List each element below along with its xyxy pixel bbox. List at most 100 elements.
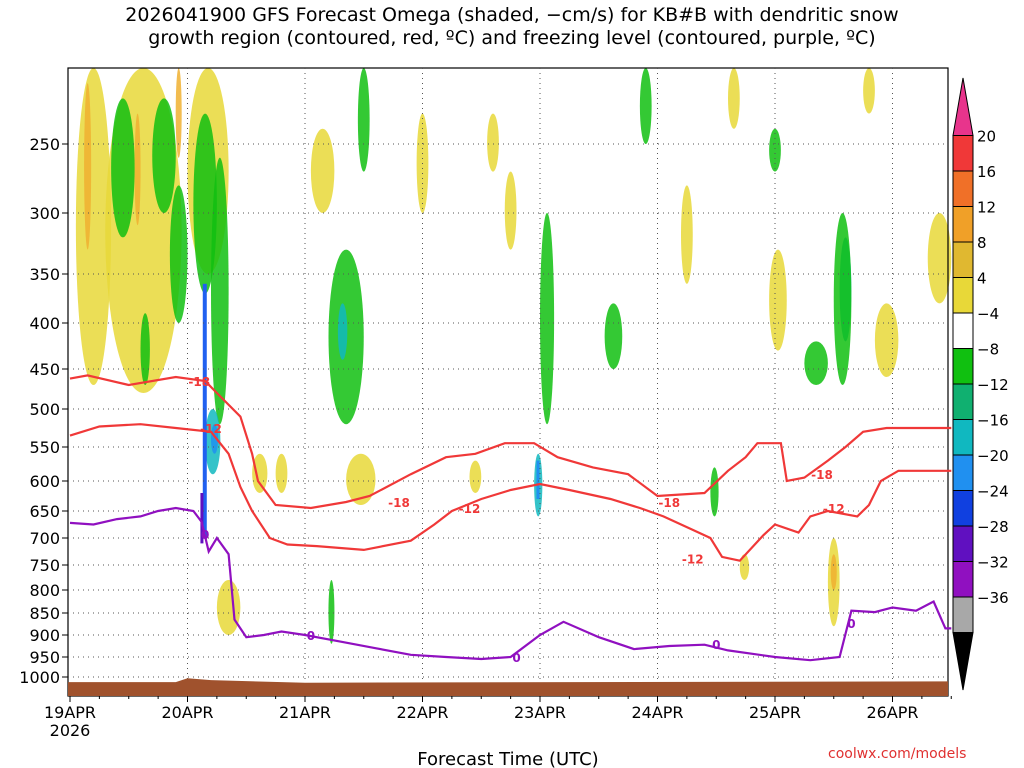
colorbar-swatch	[952, 419, 974, 456]
omega-blob	[540, 213, 555, 425]
contour-label: -12	[682, 553, 704, 567]
omega-blob	[357, 68, 370, 172]
colorbar-swatch	[952, 596, 974, 633]
omega-blob	[152, 98, 176, 213]
omega-shading	[75, 68, 952, 644]
colorbar-label: −4	[977, 305, 999, 323]
x-tick-label: 26APR	[866, 703, 918, 722]
colorbar-label: 16	[977, 163, 996, 181]
colorbar-swatch	[952, 454, 974, 491]
contour-label: -18	[811, 468, 833, 482]
y-tick-label: 500	[29, 400, 60, 419]
colorbar-label: 8	[977, 234, 987, 252]
colorbar-label: −8	[977, 341, 999, 359]
y-tick-label: 550	[29, 438, 60, 457]
y-tick-label: 750	[29, 556, 60, 575]
contour-label: 0	[847, 617, 855, 631]
colorbar-swatch	[952, 135, 974, 172]
omega-blob	[337, 303, 348, 360]
omega-blob	[310, 128, 335, 213]
y-tick-label: 1000	[19, 668, 60, 687]
terrain	[68, 678, 948, 696]
y-tick-label: 300	[29, 204, 60, 223]
x-axis-title: Forecast Time (UTC)	[417, 749, 598, 768]
x-tick-label: 20APR	[161, 703, 213, 722]
colorbar-label: 4	[977, 270, 987, 288]
colorbar-label: −24	[977, 483, 1009, 501]
colorbar-swatch	[952, 277, 974, 314]
omega-blob	[639, 68, 652, 144]
omega-core	[536, 460, 540, 499]
colorbar: 20 16 12 8 4 −4 −8 −12 −16 −20 −24 −28 −32 −36	[952, 77, 1009, 691]
colorbar-triangle-top	[952, 77, 974, 136]
omega-blob	[84, 83, 92, 250]
contour-label: 0	[307, 629, 315, 643]
contour-label: -18	[658, 496, 680, 510]
y-tick-label: 250	[29, 135, 60, 154]
y-tick-label: 600	[29, 472, 60, 491]
colorbar-label: −28	[977, 518, 1009, 536]
omega-blob	[487, 113, 499, 172]
colorbar-label: −32	[977, 554, 1009, 572]
colorbar-triangle-bottom	[952, 632, 974, 691]
omega-blob	[216, 580, 241, 635]
y-tick-label: 900	[29, 626, 60, 645]
omega-blob	[804, 341, 828, 386]
colorbar-swatch	[952, 383, 974, 420]
colorbar-label: −16	[977, 412, 1009, 430]
contour-label: -18	[388, 496, 410, 510]
omega-blob	[604, 303, 623, 370]
colorbar-swatch	[952, 170, 974, 207]
x-tick-label: 23APR	[514, 703, 566, 722]
omega-blob	[769, 128, 781, 172]
contour-label: 0	[512, 651, 520, 665]
colorbar-swatch	[952, 561, 974, 598]
x-tick-label: 22APR	[396, 703, 448, 722]
colorbar-label: −12	[977, 376, 1009, 394]
omega-blob	[728, 68, 740, 129]
colorbar-swatch	[952, 206, 974, 243]
omega-blob	[833, 213, 852, 385]
colorbar-label: −20	[977, 447, 1009, 465]
contour-label: -18	[188, 375, 210, 389]
omega-blob	[504, 171, 517, 250]
y-tick-label: 850	[29, 604, 60, 623]
y-tick-label: 350	[29, 265, 60, 284]
omega-blob	[211, 157, 229, 425]
omega-blob	[111, 98, 135, 238]
colorbar-swatch	[952, 241, 974, 278]
omega-blob	[769, 249, 787, 351]
colorbar-label: 12	[977, 199, 996, 217]
omega-blob	[681, 185, 693, 284]
x-tick-label: 24APR	[631, 703, 683, 722]
omega-blob	[830, 554, 837, 590]
contour-line	[69, 374, 952, 510]
credit-link[interactable]: coolwx.com/models	[828, 746, 966, 762]
omega-blob	[863, 68, 875, 114]
colorbar-swatch	[952, 348, 974, 385]
colorbar-swatch	[952, 490, 974, 527]
contour-label: -12	[459, 502, 481, 516]
y-tick-label: 400	[29, 314, 60, 333]
omega-blob	[469, 460, 482, 493]
colorbar-swatch	[952, 525, 974, 562]
cross-section-chart: 2503003504004505005506006507007508008509…	[19, 67, 1009, 768]
omega-blob	[169, 185, 188, 323]
y-tick-label: 650	[29, 502, 60, 521]
contour-label: -12	[200, 422, 222, 436]
contour-freezing-level: 0 0 0 0 0	[69, 506, 952, 665]
y-tick-label: 950	[29, 648, 60, 667]
y-tick-label: 700	[29, 529, 60, 548]
colorbar-swatch	[952, 312, 974, 349]
omega-blob	[275, 453, 288, 493]
x-tick-label: 25APR	[749, 703, 801, 722]
y-tick-label: 800	[29, 581, 60, 600]
x-tick-label: 19APR	[44, 703, 96, 722]
contour-label: 0	[712, 638, 720, 652]
colorbar-label: 20	[977, 128, 996, 146]
omega-blob	[140, 313, 150, 385]
contour-label: -12	[823, 502, 845, 516]
colorbar-label: −36	[977, 589, 1009, 607]
omega-blob	[710, 467, 719, 517]
omega-blob	[874, 303, 899, 378]
